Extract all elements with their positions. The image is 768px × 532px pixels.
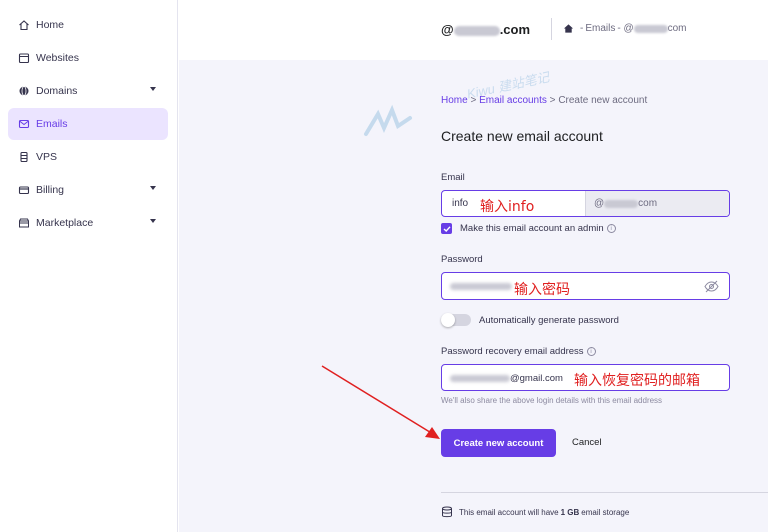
recovery-email-label: Password recovery email address i — [441, 346, 596, 357]
email-domain-prefix: @ — [594, 198, 605, 209]
recovery-email-label-text: Password recovery email address — [441, 346, 584, 357]
chevron-down-icon — [150, 219, 156, 223]
password-input[interactable]: 输入密码 — [441, 272, 730, 300]
header-divider — [551, 18, 552, 40]
recovery-email-input[interactable]: @gmail.com 输入恢复密码的邮箱 — [441, 364, 730, 391]
page-title: Create new email account — [441, 128, 603, 144]
email-field: info 输入info @ com — [441, 190, 730, 217]
sidebar-item-label: Domains — [36, 85, 78, 97]
sidebar-item-label: Home — [36, 19, 65, 31]
breadcrumb-current: Create new account — [558, 95, 648, 106]
store-icon — [18, 217, 30, 229]
info-icon[interactable]: i — [606, 224, 616, 233]
domain-prefix: @ — [441, 22, 454, 37]
chevron-down-icon — [150, 186, 156, 190]
admin-checkbox-label: Make this email account an admin i — [460, 223, 616, 234]
sidebar-item-billing[interactable]: Billing — [8, 174, 168, 206]
sidebar-item-websites[interactable]: Websites — [8, 42, 168, 74]
sidebar-item-label: Emails — [36, 118, 68, 130]
sidebar-item-emails[interactable]: Emails — [8, 108, 168, 140]
annotation-email: 输入info — [480, 199, 535, 215]
auto-generate-toggle[interactable] — [441, 313, 471, 327]
crumb-domain-suffix: com — [667, 23, 687, 34]
storage-text-post: email storage — [581, 507, 630, 517]
check-icon — [443, 225, 451, 232]
recovery-email-value: @gmail.com — [510, 373, 563, 384]
auto-generate-label: Automatically generate password — [479, 315, 619, 326]
crumb-emails[interactable]: Emails — [585, 23, 615, 34]
password-label: Password — [441, 254, 483, 265]
sidebar-item-label: Marketplace — [36, 217, 94, 229]
email-domain-display: @ com — [586, 191, 729, 216]
create-account-button[interactable]: Create new account — [441, 429, 556, 457]
database-icon — [442, 506, 452, 518]
watermark-logo — [364, 104, 412, 136]
redacted-email — [450, 375, 510, 382]
sidebar-item-home[interactable]: Home — [8, 9, 168, 41]
crumb-separator: - — [580, 23, 584, 34]
toggle-knob — [441, 313, 455, 327]
info-icon[interactable]: i — [586, 347, 596, 356]
breadcrumb-separator: > — [467, 95, 480, 106]
sidebar-item-label: VPS — [36, 151, 58, 163]
crumb-separator: - @ — [617, 23, 634, 34]
globe-icon — [18, 85, 30, 97]
storage-info: This email account will have 1 GB email … — [441, 506, 629, 518]
sidebar-item-vps[interactable]: VPS — [8, 141, 168, 173]
sidebar-item-label: Billing — [36, 184, 65, 196]
home-icon[interactable] — [563, 23, 574, 34]
redacted-domain — [453, 25, 500, 36]
cancel-button[interactable]: Cancel — [572, 437, 602, 448]
annotation-password: 输入密码 — [514, 282, 570, 298]
eye-off-icon[interactable] — [704, 280, 719, 293]
domain-suffix: .com — [499, 22, 531, 37]
redacted-domain — [633, 24, 668, 33]
sidebar-item-label: Websites — [36, 52, 79, 64]
email-username-input[interactable]: info 输入info — [442, 191, 586, 216]
redacted-password — [450, 283, 512, 290]
email-label: Email — [441, 172, 465, 183]
breadcrumb: Home > Email accounts > Create new accou… — [441, 95, 647, 106]
redacted-domain — [604, 199, 639, 208]
sidebar: Home Websites Domains Emails VPS Billing — [0, 0, 178, 532]
mail-icon — [18, 118, 30, 130]
domain-title: @ .com — [441, 22, 530, 37]
header-breadcrumb: - Emails - @ com — [563, 23, 687, 34]
recovery-helper-text: We'll also share the above login details… — [441, 396, 663, 405]
sidebar-item-marketplace[interactable]: Marketplace — [8, 207, 168, 239]
storage-amount: 1 GB — [560, 507, 580, 517]
browser-icon — [18, 52, 30, 64]
email-domain-suffix: com — [638, 198, 658, 209]
chevron-down-icon — [150, 87, 156, 91]
annotation-recovery: 输入恢复密码的邮箱 — [574, 373, 700, 389]
breadcrumb-email-accounts[interactable]: Email accounts — [479, 95, 547, 106]
card-icon — [18, 184, 30, 196]
home-icon — [18, 19, 30, 31]
sidebar-item-domains[interactable]: Domains — [8, 75, 168, 107]
server-icon — [18, 151, 30, 163]
breadcrumb-separator: > — [546, 95, 559, 106]
admin-checkbox-text: Make this email account an admin — [460, 223, 604, 234]
storage-text-pre: This email account will have — [459, 507, 559, 517]
email-username-value: info — [452, 198, 469, 209]
breadcrumb-home[interactable]: Home — [441, 95, 468, 106]
footer-divider — [441, 492, 768, 493]
admin-checkbox[interactable] — [441, 223, 452, 234]
